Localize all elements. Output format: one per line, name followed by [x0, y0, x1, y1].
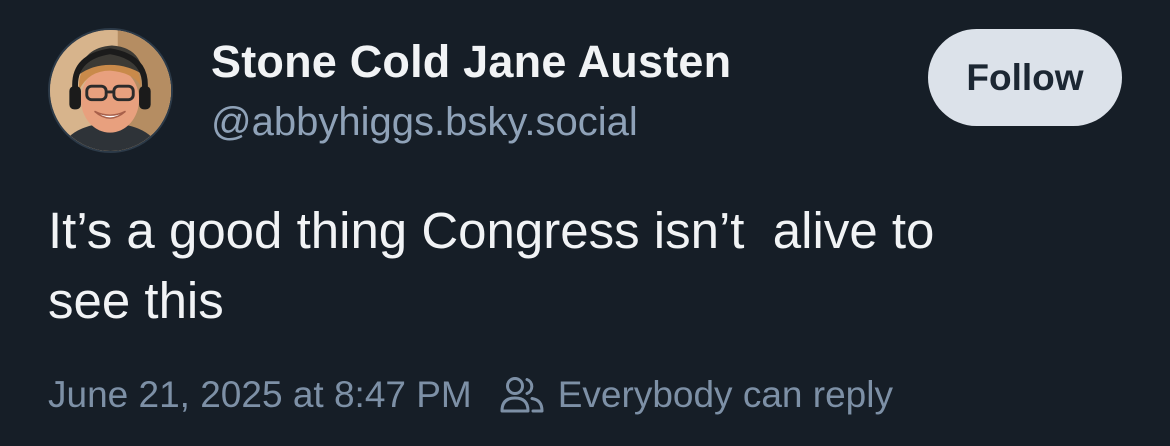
post-meta: June 21, 2025 at 8:47 PM Everybody can r… — [48, 372, 893, 418]
post-card: Stone Cold Jane Austen @abbyhiggs.bsky.s… — [0, 0, 1170, 446]
post-timestamp[interactable]: June 21, 2025 at 8:47 PM — [48, 374, 472, 416]
post-text: It’s a good thing Congress isn’t alive t… — [48, 202, 935, 329]
reply-setting-label: Everybody can reply — [557, 374, 893, 415]
avatar-image — [50, 30, 171, 151]
people-icon — [500, 375, 544, 415]
author-handle[interactable]: @abbyhiggs.bsky.social — [211, 100, 638, 145]
author-display-name[interactable]: Stone Cold Jane Austen — [211, 36, 731, 88]
reply-setting[interactable]: Everybody can reply — [500, 374, 893, 416]
author-avatar[interactable] — [48, 28, 173, 153]
follow-button[interactable]: Follow — [928, 29, 1122, 126]
